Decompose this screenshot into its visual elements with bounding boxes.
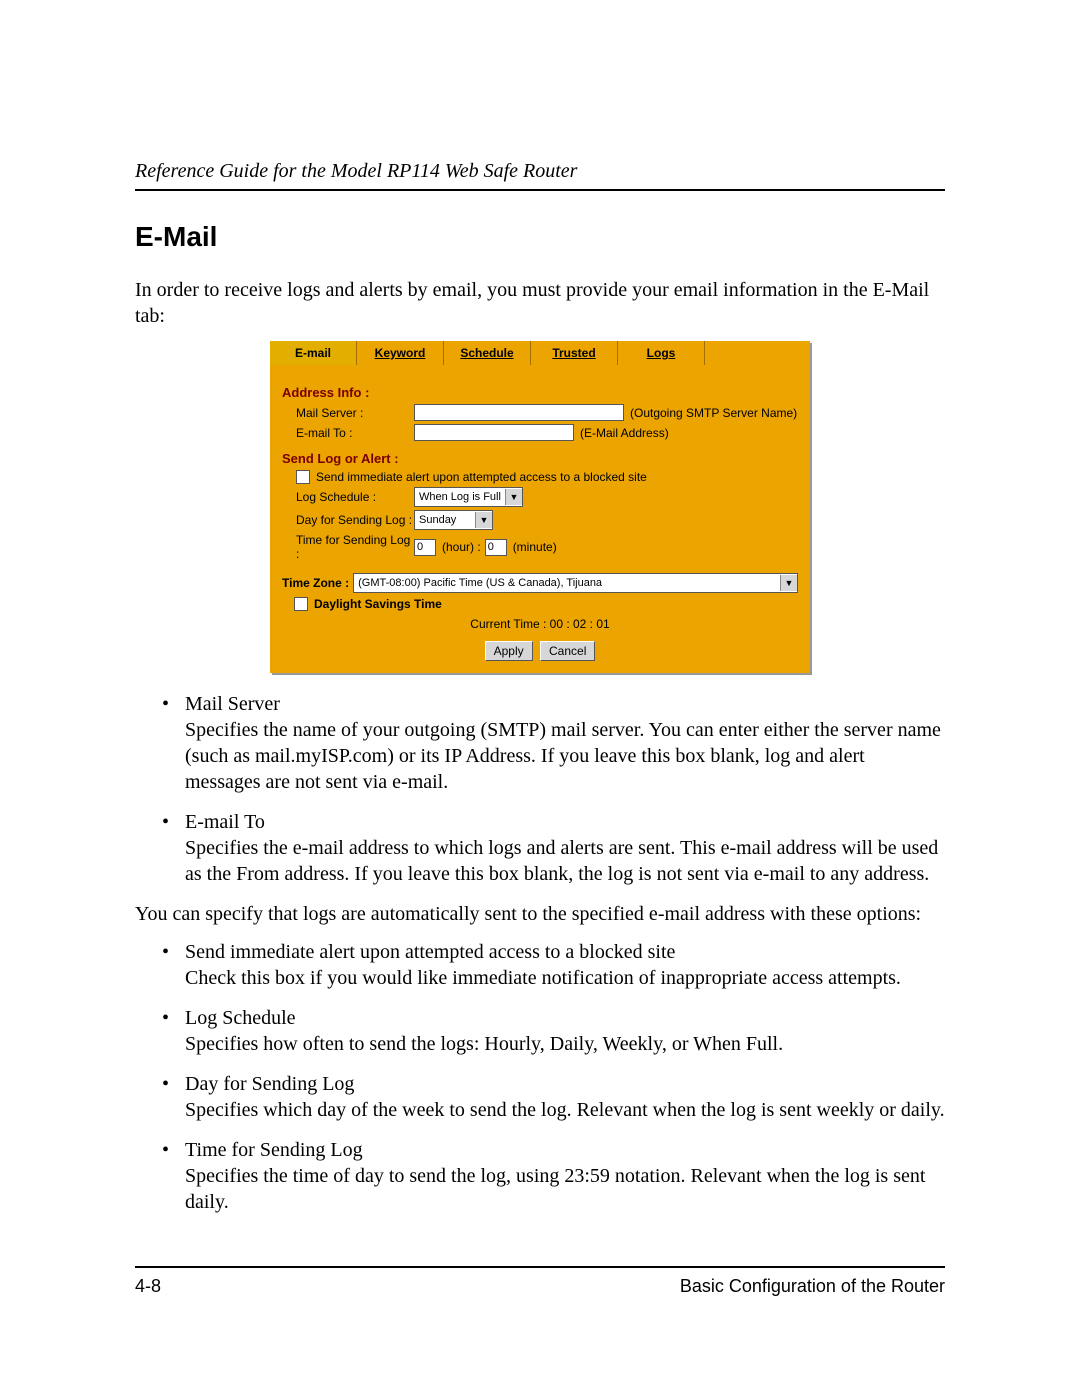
email-to-label: E-mail To : (296, 426, 414, 440)
send-log-heading: Send Log or Alert : (282, 451, 798, 466)
mail-server-note: (Outgoing SMTP Server Name) (630, 406, 797, 420)
hour-input[interactable] (414, 539, 436, 556)
term: Send immediate alert upon attempted acce… (185, 941, 675, 963)
desc: Specifies the time of day to send the lo… (185, 1165, 925, 1213)
bullet-list-2: Send immediate alert upon attempted acce… (135, 939, 945, 1215)
time-sending-label: Time for Sending Log : (296, 533, 414, 561)
minute-note: (minute) (513, 540, 557, 554)
list-item: Mail Server Specifies the name of your o… (179, 691, 945, 795)
term: E-mail To (185, 811, 265, 833)
page-number: 4-8 (135, 1276, 161, 1297)
log-schedule-select[interactable]: When Log is Full ▼ (414, 487, 523, 507)
hour-note: (hour) : (442, 540, 481, 554)
immediate-alert-label: Send immediate alert upon attempted acce… (316, 470, 647, 484)
minute-input[interactable] (485, 539, 507, 556)
mid-paragraph: You can specify that logs are automatica… (135, 901, 945, 927)
term: Time for Sending Log (185, 1139, 363, 1161)
apply-button[interactable]: Apply (485, 641, 533, 661)
chevron-down-icon: ▼ (780, 575, 797, 591)
list-item: E-mail To Specifies the e-mail address t… (179, 809, 945, 887)
footer-rule (135, 1266, 945, 1268)
desc: Specifies how often to send the logs: Ho… (185, 1033, 783, 1055)
desc: Specifies which day of the week to send … (185, 1099, 945, 1121)
intro-paragraph: In order to receive logs and alerts by e… (135, 277, 945, 329)
running-header: Reference Guide for the Model RP114 Web … (135, 160, 945, 183)
tab-schedule[interactable]: Schedule (444, 341, 531, 365)
section-title: E-Mail (135, 221, 945, 253)
timezone-label: Time Zone : (282, 576, 349, 590)
log-schedule-label: Log Schedule : (296, 490, 414, 504)
desc: Specifies the e-mail address to which lo… (185, 837, 938, 885)
chevron-down-icon: ▼ (505, 489, 522, 505)
router-email-panel: E-mail Keyword Schedule Trusted Logs Add… (270, 341, 810, 673)
tab-logs[interactable]: Logs (618, 341, 705, 365)
mail-server-input[interactable] (414, 404, 624, 421)
chevron-down-icon: ▼ (475, 512, 492, 528)
mail-server-label: Mail Server : (296, 406, 414, 420)
desc: Specifies the name of your outgoing (SMT… (185, 719, 941, 793)
term: Day for Sending Log (185, 1073, 354, 1095)
term: Log Schedule (185, 1007, 296, 1029)
email-to-note: (E-Mail Address) (580, 426, 669, 440)
desc: Check this box if you would like immedia… (185, 967, 901, 989)
timezone-select[interactable]: (GMT-08:00) Pacific Time (US & Canada), … (353, 573, 798, 593)
email-to-input[interactable] (414, 424, 574, 441)
cancel-button[interactable]: Cancel (540, 641, 595, 661)
current-time: Current Time : 00 : 02 : 01 (282, 617, 798, 631)
address-info-heading: Address Info : (282, 385, 798, 400)
bullet-list-1: Mail Server Specifies the name of your o… (135, 691, 945, 887)
dst-label: Daylight Savings Time (314, 597, 442, 611)
timezone-value: (GMT-08:00) Pacific Time (US & Canada), … (354, 577, 780, 589)
tab-keyword[interactable]: Keyword (357, 341, 444, 365)
chapter-name: Basic Configuration of the Router (680, 1276, 945, 1297)
list-item: Send immediate alert upon attempted acce… (179, 939, 945, 991)
tab-email[interactable]: E-mail (270, 341, 357, 365)
list-item: Day for Sending Log Specifies which day … (179, 1071, 945, 1123)
day-sending-select[interactable]: Sunday ▼ (414, 510, 493, 530)
term: Mail Server (185, 693, 280, 715)
log-schedule-value: When Log is Full (415, 491, 505, 503)
tab-strip: E-mail Keyword Schedule Trusted Logs (270, 341, 810, 365)
list-item: Log Schedule Specifies how often to send… (179, 1005, 945, 1057)
day-sending-label: Day for Sending Log : (296, 513, 414, 527)
dst-checkbox[interactable] (294, 597, 308, 611)
immediate-alert-checkbox[interactable] (296, 470, 310, 484)
header-rule (135, 189, 945, 191)
tab-trusted[interactable]: Trusted (531, 341, 618, 365)
list-item: Time for Sending Log Specifies the time … (179, 1137, 945, 1215)
day-sending-value: Sunday (415, 514, 475, 526)
page-footer: 4-8 Basic Configuration of the Router (135, 1266, 945, 1297)
